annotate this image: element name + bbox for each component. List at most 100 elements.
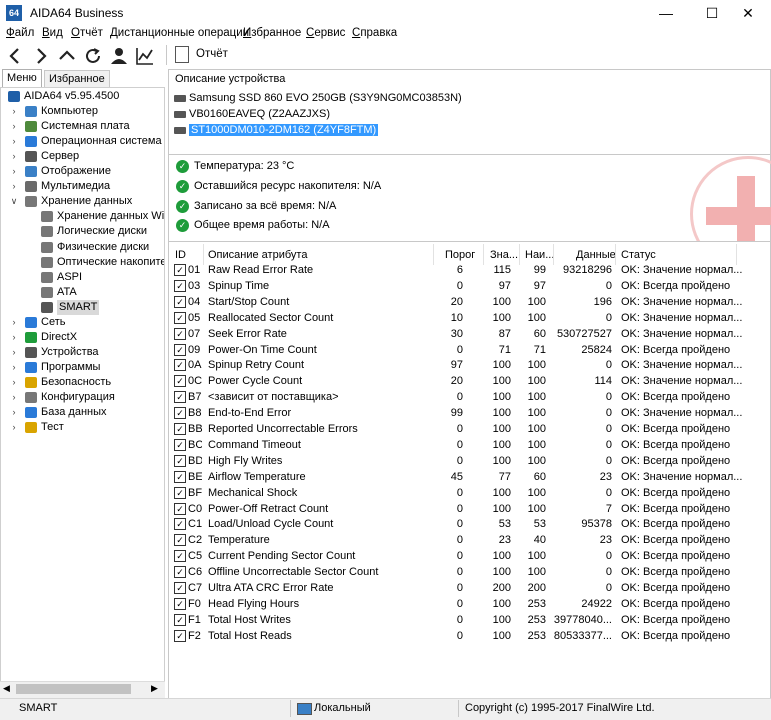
tab-favorites[interactable]: Избранное: [44, 70, 110, 88]
menu-remote[interactable]: Дистанционные операции: [110, 27, 249, 39]
tree-item[interactable]: › Компьютер: [1, 104, 164, 119]
expand-icon[interactable]: ›: [9, 375, 19, 390]
row-checkbox[interactable]: ✓: [174, 582, 186, 594]
menu-help[interactable]: Справка: [352, 27, 397, 39]
tree-item[interactable]: › Отображение: [1, 164, 164, 179]
row-checkbox[interactable]: ✓: [174, 343, 186, 356]
tree-item[interactable]: › Сервер: [1, 149, 164, 164]
table-row[interactable]: ✓ 01 Raw Read Error Rate 6 115 99 93218296 OK: …: [169, 262, 767, 278]
expand-icon[interactable]: ›: [9, 119, 19, 134]
menu-report[interactable]: Отчёт: [71, 27, 103, 39]
tree-item[interactable]: › Операционная система: [1, 134, 164, 149]
table-row[interactable]: ✓ F2 Total Host Reads 0 100 253 80533377... OK:…: [169, 628, 767, 644]
tree-item[interactable]: › Устройства: [1, 345, 164, 360]
menu-file[interactable]: Файл: [6, 27, 34, 39]
tree-item[interactable]: › Сеть: [1, 315, 164, 330]
expand-icon[interactable]: ›: [9, 390, 19, 405]
row-checkbox[interactable]: ✓: [174, 375, 186, 388]
tree-item[interactable]: Оптические накопители: [1, 255, 164, 270]
tree-item[interactable]: › Системная плата: [1, 119, 164, 134]
report-button[interactable]: Отчёт: [196, 48, 228, 60]
tree-item[interactable]: ASPI: [1, 270, 164, 285]
row-checkbox[interactable]: ✓: [174, 423, 186, 435]
row-checkbox[interactable]: ✓: [174, 264, 186, 276]
row-checkbox[interactable]: ✓: [174, 518, 186, 531]
row-checkbox[interactable]: ✓: [174, 295, 186, 308]
column-header-status[interactable]: Статус: [621, 247, 656, 263]
row-checkbox[interactable]: ✓: [174, 502, 186, 515]
expand-icon[interactable]: ›: [9, 360, 19, 375]
column-header-threshold[interactable]: Порог: [445, 247, 475, 263]
column-header-value[interactable]: Зна...: [490, 247, 518, 263]
refresh-icon[interactable]: [82, 45, 104, 67]
row-checkbox[interactable]: ✓: [174, 391, 186, 404]
table-row[interactable]: ✓ B8 End-to-End Error 99 100 100 0 OK: Значение…: [169, 405, 767, 421]
up-icon[interactable]: [56, 45, 78, 67]
table-row[interactable]: ✓ BD High Fly Writes 0 100 100 0 OK: Всегда про…: [169, 453, 767, 469]
expand-icon[interactable]: ›: [9, 104, 19, 119]
menu-tools[interactable]: Сервис: [306, 27, 345, 39]
column-header-attribute[interactable]: Описание атрибута: [208, 247, 307, 263]
table-row[interactable]: ✓ C7 Ultra ATA CRC Error Rate 0 200 200 0 OK: В…: [169, 580, 767, 596]
column-header-worst[interactable]: Наи...: [525, 247, 554, 263]
user-icon[interactable]: [108, 45, 130, 67]
table-row[interactable]: ✓ F0 Head Flying Hours 0 100 253 24922 OK: Всег…: [169, 596, 767, 612]
scroll-right-icon[interactable]: ▶: [151, 683, 158, 694]
expand-icon[interactable]: ›: [9, 315, 19, 330]
menu-view[interactable]: Вид: [42, 27, 63, 39]
row-checkbox[interactable]: ✓: [174, 566, 186, 579]
tree-item[interactable]: › Конфигурация: [1, 390, 164, 405]
table-row[interactable]: ✓ C0 Power-Off Retract Count 0 100 100 7 OK: Вс…: [169, 501, 767, 517]
table-row[interactable]: ✓ 05 Reallocated Sector Count 10 100 100 0 OK: …: [169, 310, 767, 326]
tree-item[interactable]: › Безопасность: [1, 375, 164, 390]
scroll-left-icon[interactable]: ◀: [3, 683, 10, 694]
expand-icon[interactable]: ›: [9, 179, 19, 194]
table-row[interactable]: ✓ C6 Offline Uncorrectable Sector Count 0 10…: [169, 564, 767, 580]
tree-item[interactable]: SMART: [1, 299, 164, 315]
device-item[interactable]: VB0160EAVEQ (Z2AAZJXS): [174, 107, 330, 121]
table-row[interactable]: ✓ C1 Load/Unload Cycle Count 0 53 53 95378 OK: …: [169, 516, 767, 532]
menu-favorites[interactable]: Избранное: [243, 27, 301, 39]
report-icon[interactable]: [175, 46, 189, 63]
device-item[interactable]: Samsung SSD 860 EVO 250GB (S3Y9NG0MC0385…: [174, 91, 462, 105]
row-checkbox[interactable]: ✓: [174, 550, 186, 563]
expand-icon[interactable]: ›: [9, 330, 19, 345]
row-checkbox[interactable]: ✓: [174, 454, 186, 467]
row-checkbox[interactable]: ✓: [174, 613, 186, 626]
table-row[interactable]: ✓ BE Airflow Temperature 45 77 60 23 OK: Значен…: [169, 469, 767, 485]
back-icon[interactable]: [4, 45, 26, 67]
table-row[interactable]: ✓ BC Command Timeout 0 100 100 0 OK: Всегда про…: [169, 437, 767, 453]
row-checkbox[interactable]: ✓: [174, 470, 186, 483]
expand-icon[interactable]: ›: [9, 164, 19, 179]
table-row[interactable]: ✓ BB Reported Uncorrectable Errors 0 100 100 0…: [169, 421, 767, 437]
tree-item[interactable]: AIDA64 v5.95.4500: [1, 89, 164, 104]
row-checkbox[interactable]: ✓: [174, 629, 186, 642]
row-checkbox[interactable]: ✓: [174, 438, 186, 451]
table-row[interactable]: ✓ B7 <зависит от поставщика> 0 100 100 0 OK: Вс…: [169, 389, 767, 405]
close-icon[interactable]: ✕: [725, 0, 771, 26]
expand-icon[interactable]: ›: [9, 405, 19, 420]
table-row[interactable]: ✓ 07 Seek Error Rate 30 87 60 530727527 OK: Зна…: [169, 326, 767, 342]
table-row[interactable]: ✓ BF Mechanical Shock 0 100 100 0 OK: Всегда пр…: [169, 485, 767, 501]
tree-item[interactable]: › Программы: [1, 360, 164, 375]
row-checkbox[interactable]: ✓: [174, 327, 186, 340]
table-row[interactable]: ✓ 04 Start/Stop Count 20 100 100 196 OK: Значен…: [169, 294, 767, 310]
tree-item[interactable]: Хранение данных Windows: [1, 209, 164, 224]
scrollbar-thumb[interactable]: [16, 684, 131, 694]
table-row[interactable]: ✓ 0C Power Cycle Count 20 100 100 114 OK: Значе…: [169, 373, 767, 389]
expand-icon[interactable]: ›: [9, 420, 19, 435]
table-row[interactable]: ✓ F1 Total Host Writes 0 100 253 39778040... OK…: [169, 612, 767, 628]
tree-item[interactable]: ∨ Хранение данных: [1, 194, 164, 209]
table-row[interactable]: ✓ C2 Temperature 0 23 40 23 OK: Всегда пройдено: [169, 532, 767, 548]
tree-item[interactable]: Физические диски: [1, 240, 164, 255]
row-checkbox[interactable]: ✓: [174, 407, 186, 420]
row-checkbox[interactable]: ✓: [174, 597, 186, 610]
collapse-icon[interactable]: ∨: [9, 194, 19, 209]
tree-item[interactable]: › Тест: [1, 420, 164, 435]
table-row[interactable]: ✓ 09 Power-On Time Count 0 71 71 25824 OK: Всег…: [169, 342, 767, 358]
tree-item[interactable]: Логические диски: [1, 224, 164, 239]
table-row[interactable]: ✓ 03 Spinup Time 0 97 97 0 OK: Всегда пройдено: [169, 278, 767, 294]
minimize-icon[interactable]: —: [643, 0, 689, 26]
device-item-selected[interactable]: ST1000DM010-2DM162 (Z4YF8FTM): [174, 123, 379, 137]
expand-icon[interactable]: ›: [9, 149, 19, 164]
